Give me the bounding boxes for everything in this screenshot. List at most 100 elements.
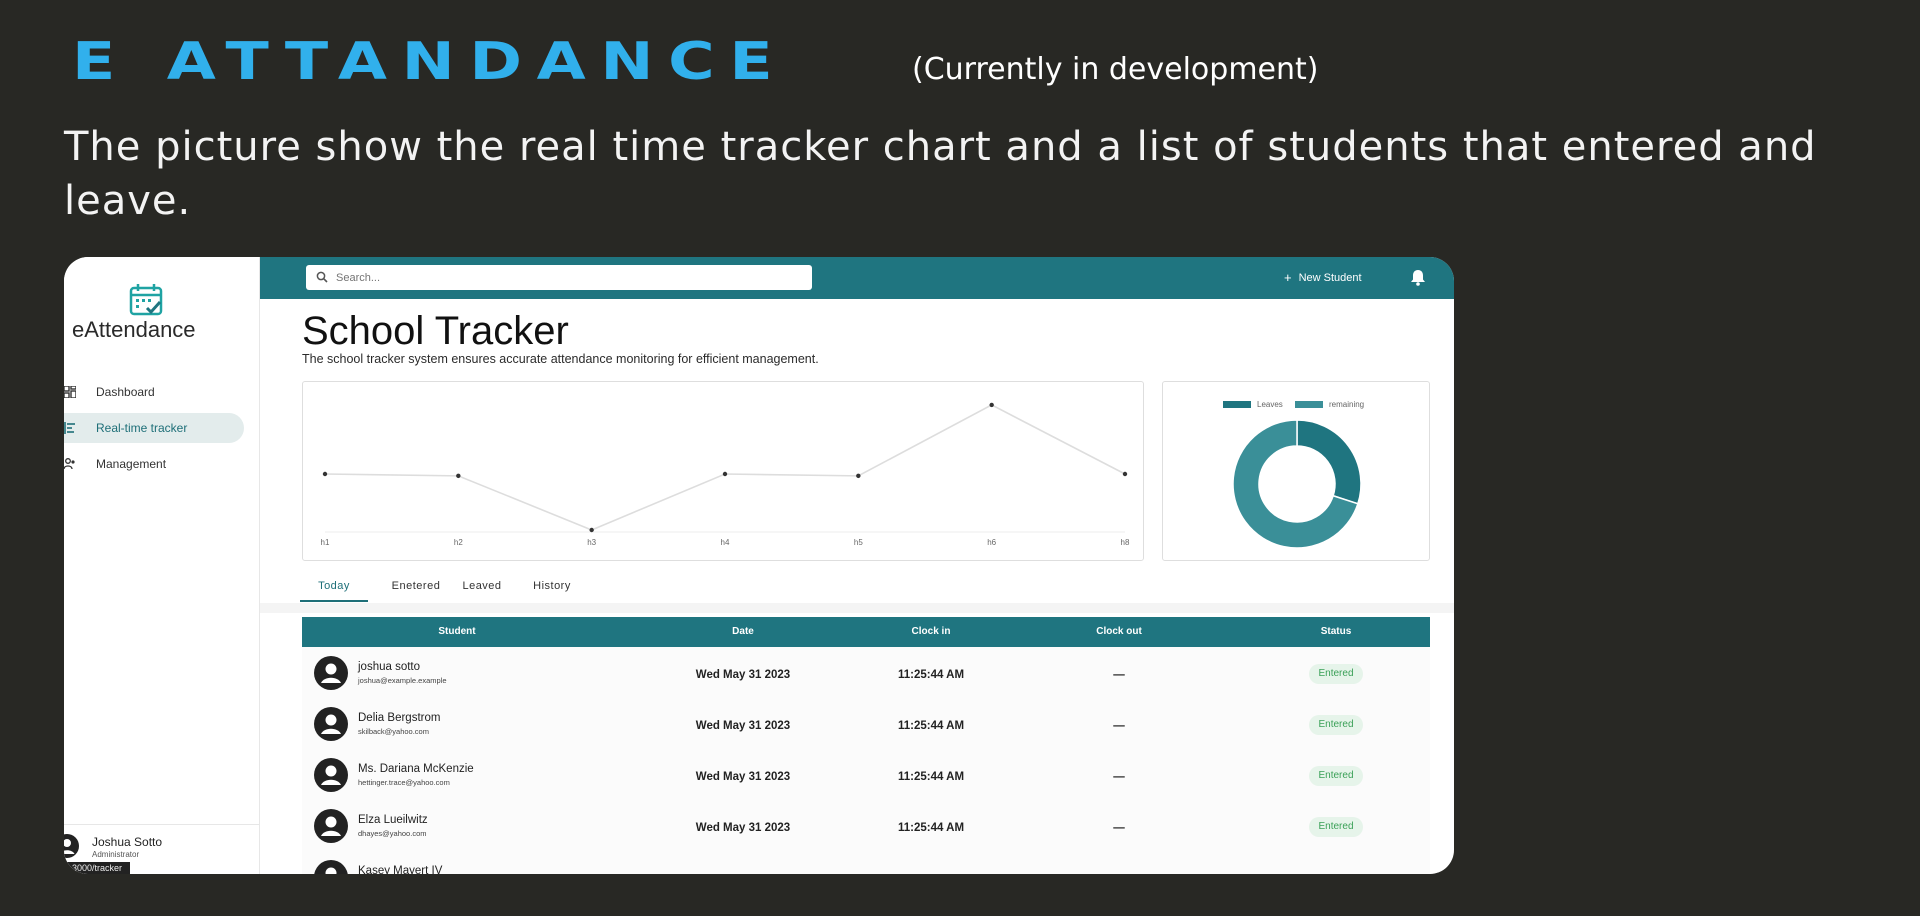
x-tick-label: h2 xyxy=(454,538,463,547)
donut-chart-card: Leaves remaining xyxy=(1162,381,1430,561)
clock-out-cell: — xyxy=(1113,669,1125,681)
header-date[interactable]: Date xyxy=(668,626,818,637)
header-clock-in[interactable]: Clock in xyxy=(856,626,1006,637)
clock-in-cell: 11:25:44 AM xyxy=(897,669,965,681)
page-title: School Tracker xyxy=(302,309,569,353)
tab-history[interactable]: History xyxy=(522,572,582,602)
user-avatar-icon xyxy=(64,834,79,858)
date-cell: Wed May 31 2023 xyxy=(695,669,791,681)
student-email: hettinger.trace@yahoo.com xyxy=(358,778,450,787)
data-point xyxy=(722,471,728,477)
calendar-logo-icon xyxy=(129,284,163,316)
clock-out-cell: — xyxy=(1113,771,1125,783)
x-tick-label: h1 xyxy=(321,538,330,547)
line-chart: h1 h2 h3 h4 h5 h6 h8 xyxy=(321,402,1130,547)
legend-label: Leaves xyxy=(1257,400,1283,409)
donut-slice xyxy=(1296,419,1362,505)
date-cell: Wed May 31 2023 xyxy=(695,771,791,783)
data-point xyxy=(989,402,994,408)
header-status[interactable]: Status xyxy=(1261,626,1411,637)
legend-swatch xyxy=(1295,401,1323,408)
tab-today[interactable]: Today xyxy=(300,572,368,602)
sidebar-item-real-time-tracker[interactable]: Real-time tracker xyxy=(64,413,244,443)
student-avatar-icon xyxy=(314,758,348,792)
donut-chart: Leaves remaining xyxy=(1223,400,1364,549)
url-tooltip: 3000/tracker xyxy=(64,862,130,874)
data-point xyxy=(589,527,594,533)
x-tick-label: h3 xyxy=(587,538,596,547)
slide-description: The picture show the real time tracker c… xyxy=(64,124,1817,224)
student-avatar-icon xyxy=(314,860,348,874)
student-email: dhayes@yahoo.com xyxy=(358,829,427,838)
clock-in-cell: 11:25:44 AM xyxy=(897,720,965,732)
sidebar-item-label: Real-time tracker xyxy=(96,421,188,435)
sidebar: eAttendance Dashboard Real-time tracker xyxy=(64,257,260,874)
header-clock-out[interactable]: Clock out xyxy=(1044,626,1194,637)
user-name: Joshua Sotto xyxy=(92,835,163,849)
header-student[interactable]: Student xyxy=(382,626,532,637)
date-cell: Wed May 31 2023 xyxy=(695,720,791,732)
x-tick-label: h4 xyxy=(721,538,730,547)
sidebar-item-management[interactable]: Management xyxy=(64,449,244,479)
student-email: skilback@yahoo.com xyxy=(358,727,429,736)
top-bar: + New Student xyxy=(260,257,1454,299)
data-point xyxy=(1122,471,1128,477)
student-email: joshua@example.example xyxy=(358,676,447,685)
student-avatar-icon xyxy=(314,809,348,843)
people-icon xyxy=(64,458,75,470)
app-window: eAttendance Dashboard Real-time tracker xyxy=(64,257,1454,874)
sidebar-item-dashboard[interactable]: Dashboard xyxy=(64,377,244,407)
page-subtitle: The school tracker system ensures accura… xyxy=(302,352,819,366)
student-name: joshua sotto xyxy=(358,661,421,673)
new-student-button[interactable]: + New Student xyxy=(1284,270,1362,285)
status-badge: Entered xyxy=(1309,715,1363,735)
slide-title: E ATTANDANCE xyxy=(72,32,788,92)
user-role: Administrator xyxy=(92,850,140,859)
attendance-table: Student Date Clock in Clock out Status j… xyxy=(302,617,1430,874)
tab-divider xyxy=(260,603,1454,613)
slide-title-row: E ATTANDANCE (Currently in development) xyxy=(72,32,1319,92)
status-badge: Entered xyxy=(1309,817,1363,837)
main-content: School Tracker The school tracker system… xyxy=(260,299,1454,874)
sidebar-item-label: Dashboard xyxy=(96,385,155,399)
tab-leaved[interactable]: Leaved xyxy=(452,572,512,602)
table-header: Student Date Clock in Clock out Status xyxy=(302,617,1430,647)
table-row[interactable]: joshua sotto joshua@example.example Wed Ma… xyxy=(302,647,1430,697)
date-cell: Wed May 31 2023 xyxy=(695,822,791,834)
tab-entered[interactable]: Enetered xyxy=(380,572,452,602)
search-input[interactable] xyxy=(336,269,796,286)
tracker-icon xyxy=(64,422,75,434)
new-student-label: New Student xyxy=(1298,271,1362,284)
status-badge: Entered xyxy=(1309,664,1363,684)
table-row[interactable]: Ms. Dariana McKenzie hettinger.trace@yaho… xyxy=(302,749,1430,799)
bell-icon[interactable] xyxy=(1410,269,1426,286)
x-tick-label: h5 xyxy=(854,538,863,547)
student-avatar-icon xyxy=(314,656,348,690)
table-row[interactable]: Kasey Mayert IV xyxy=(302,851,1430,874)
data-point xyxy=(456,473,461,479)
dashboard-icon xyxy=(64,386,76,398)
student-name: Kasey Mayert IV xyxy=(358,865,443,874)
table-row[interactable]: Delia Bergstrom skilback@yahoo.com Wed May… xyxy=(302,698,1430,748)
app-name: eAttendance xyxy=(72,317,196,342)
clock-out-cell: — xyxy=(1113,822,1125,834)
x-tick-label: h8 xyxy=(1121,538,1130,547)
legend-swatch xyxy=(1223,401,1251,408)
student-name: Ms. Dariana McKenzie xyxy=(358,763,474,775)
status-badge: Entered xyxy=(1309,766,1363,786)
student-name: Delia Bergstrom xyxy=(358,712,441,724)
data-point xyxy=(322,471,328,477)
clock-in-cell: 11:25:44 AM xyxy=(897,771,965,783)
search-icon xyxy=(316,271,328,283)
search-box[interactable] xyxy=(306,265,812,290)
student-name: Elza Lueilwitz xyxy=(358,814,428,826)
clock-out-cell: — xyxy=(1113,720,1125,732)
line-chart-card: h1 h2 h3 h4 h5 h6 h8 xyxy=(302,381,1144,561)
table-row[interactable]: Elza Lueilwitz dhayes@yahoo.com Wed May 31… xyxy=(302,800,1430,850)
sidebar-item-label: Management xyxy=(96,457,167,471)
clock-in-cell: 11:25:44 AM xyxy=(897,822,965,834)
student-avatar-icon xyxy=(314,707,348,741)
plus-icon: + xyxy=(1284,270,1292,285)
x-tick-label: h6 xyxy=(987,538,996,547)
data-point xyxy=(856,473,861,479)
